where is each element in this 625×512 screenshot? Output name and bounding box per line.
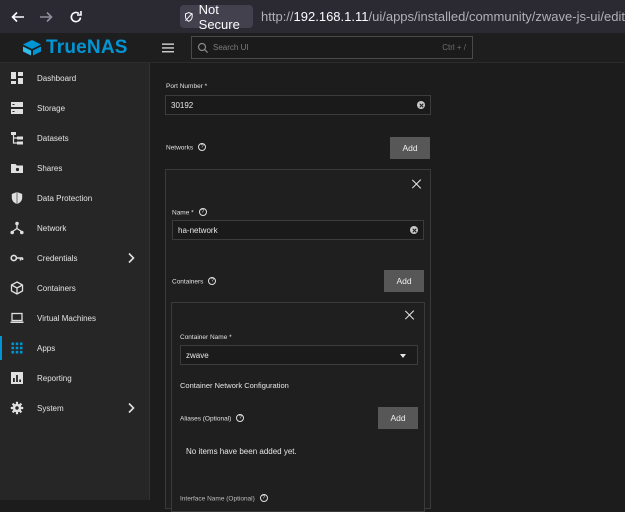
sidebar-item-label: Datasets xyxy=(37,134,69,143)
sidebar-item-label: Reporting xyxy=(37,374,72,383)
port-number-value: 30192 xyxy=(171,101,193,110)
sidebar-item-system[interactable]: System xyxy=(0,393,149,423)
sidebar-item-storage[interactable]: Storage xyxy=(0,93,149,123)
sidebar-item-label: Data Protection xyxy=(37,194,92,203)
networks-label-text: Networks xyxy=(166,145,193,152)
truenas-logo-icon xyxy=(22,39,42,57)
sidebar-item-network[interactable]: Network xyxy=(0,213,149,243)
help-icon[interactable]: ? xyxy=(199,208,207,216)
sidebar-item-reporting[interactable]: Reporting xyxy=(0,363,149,393)
containers-label-text: Containers xyxy=(172,279,203,286)
logo-text: TrueNAS xyxy=(46,37,128,59)
sidebar-item-containers[interactable]: Containers xyxy=(0,273,149,303)
container-name-value: zwave xyxy=(186,351,209,360)
app-header: TrueNAS Search UI Ctrl + / xyxy=(0,33,625,63)
network-name-label-text: Name * xyxy=(172,210,194,217)
app-edit-form: Port Number * 30192 Networks? Add Name *… xyxy=(150,63,625,500)
laptop-icon xyxy=(10,311,24,325)
add-alias-button[interactable]: Add xyxy=(378,407,418,429)
search-icon xyxy=(197,42,209,54)
network-name-value: ha-network xyxy=(178,226,218,235)
truenas-logo[interactable]: TrueNAS xyxy=(22,38,128,58)
sidebar-item-label: Network xyxy=(37,224,66,233)
network-card: Name *? ha-network Containers? Add Conta… xyxy=(165,169,431,509)
shield-slash-icon xyxy=(184,10,194,24)
key-icon xyxy=(10,251,24,265)
reload-button[interactable] xyxy=(62,3,90,31)
container-card: Container Name * zwave Container Network… xyxy=(171,302,425,512)
search-shortcut: Ctrl + / xyxy=(442,43,466,52)
help-icon[interactable]: ? xyxy=(208,277,216,285)
storage-icon xyxy=(10,101,24,115)
network-name-input[interactable]: ha-network xyxy=(172,220,424,240)
containers-icon xyxy=(10,281,24,295)
sidebar-item-label: System xyxy=(37,404,64,413)
sidebar-item-label: Virtual Machines xyxy=(37,314,96,323)
url-text[interactable]: http://192.168.1.11/ui/apps/installed/co… xyxy=(261,9,625,24)
hamburger-menu-icon[interactable] xyxy=(160,40,176,56)
sidebar-item-label: Credentials xyxy=(37,254,77,263)
shield-icon xyxy=(10,191,24,205)
sidebar-item-data-protection[interactable]: Data Protection xyxy=(0,183,149,213)
sidebar: Dashboard Storage Datasets Shares Data P… xyxy=(0,63,150,500)
reload-icon xyxy=(69,10,83,24)
sidebar-item-label: Containers xyxy=(37,284,76,293)
url-prefix: http:// xyxy=(261,9,294,24)
container-network-config-heading: Container Network Configuration xyxy=(180,381,289,390)
container-name-select[interactable]: zwave xyxy=(180,345,418,365)
arrow-right-icon xyxy=(39,10,53,24)
port-number-input[interactable]: 30192 xyxy=(165,95,431,115)
sidebar-item-label: Storage xyxy=(37,104,65,113)
security-indicator[interactable]: Not Secure xyxy=(180,5,253,28)
url-host: 192.168.1.11 xyxy=(294,9,369,24)
apps-grid-icon xyxy=(10,341,24,355)
back-button[interactable] xyxy=(4,3,32,31)
sidebar-item-virtual-machines[interactable]: Virtual Machines xyxy=(0,303,149,333)
help-icon[interactable]: ? xyxy=(260,494,268,502)
search-input[interactable]: Search UI Ctrl + / xyxy=(191,36,473,59)
container-name-label: Container Name * xyxy=(180,334,232,341)
chevron-down-icon xyxy=(400,354,406,358)
port-number-label: Port Number * xyxy=(166,83,207,90)
gear-icon xyxy=(10,401,24,415)
security-label: Not Secure xyxy=(199,2,247,32)
networks-label: Networks? xyxy=(166,144,206,152)
sidebar-item-label: Dashboard xyxy=(37,74,76,83)
sidebar-item-label: Apps xyxy=(37,344,55,353)
shares-icon xyxy=(10,161,24,175)
browser-toolbar: Not Secure http://192.168.1.11/ui/apps/i… xyxy=(0,0,625,33)
help-icon[interactable]: ? xyxy=(198,143,206,151)
search-placeholder: Search UI xyxy=(213,43,249,52)
forward-button[interactable] xyxy=(32,3,60,31)
add-container-button[interactable]: Add xyxy=(384,270,424,292)
aliases-empty-message: No items have been added yet. xyxy=(186,447,297,456)
sidebar-item-datasets[interactable]: Datasets xyxy=(0,123,149,153)
aliases-label-text: Aliases (Optional) xyxy=(180,416,231,423)
arrow-left-icon xyxy=(11,10,25,24)
sidebar-item-label: Shares xyxy=(37,164,62,173)
sidebar-item-credentials[interactable]: Credentials xyxy=(0,243,149,273)
chevron-right-icon xyxy=(127,252,135,264)
network-icon xyxy=(10,221,24,235)
aliases-label: Aliases (Optional)? xyxy=(180,415,244,423)
help-icon[interactable]: ? xyxy=(236,414,244,422)
url-path: /ui/apps/installed/community/zwave-js-ui… xyxy=(369,9,625,24)
interface-name-label: Interface Name (Optional)? xyxy=(180,495,268,503)
url-bar[interactable]: Not Secure http://192.168.1.11/ui/apps/i… xyxy=(180,4,625,29)
chevron-right-icon xyxy=(127,402,135,414)
reporting-icon xyxy=(10,371,24,385)
close-icon[interactable] xyxy=(411,179,421,189)
sidebar-item-dashboard[interactable]: Dashboard xyxy=(0,63,149,93)
dashboard-icon xyxy=(10,71,24,85)
sidebar-item-shares[interactable]: Shares xyxy=(0,153,149,183)
clear-icon[interactable] xyxy=(417,101,425,109)
interface-name-label-text: Interface Name (Optional) xyxy=(180,496,255,503)
clear-icon[interactable] xyxy=(410,226,418,234)
sidebar-item-apps[interactable]: Apps xyxy=(0,333,149,363)
close-icon[interactable] xyxy=(404,310,414,320)
datasets-icon xyxy=(10,131,24,145)
add-network-button[interactable]: Add xyxy=(390,137,430,159)
network-name-label: Name *? xyxy=(172,209,207,217)
containers-label: Containers? xyxy=(172,278,216,286)
